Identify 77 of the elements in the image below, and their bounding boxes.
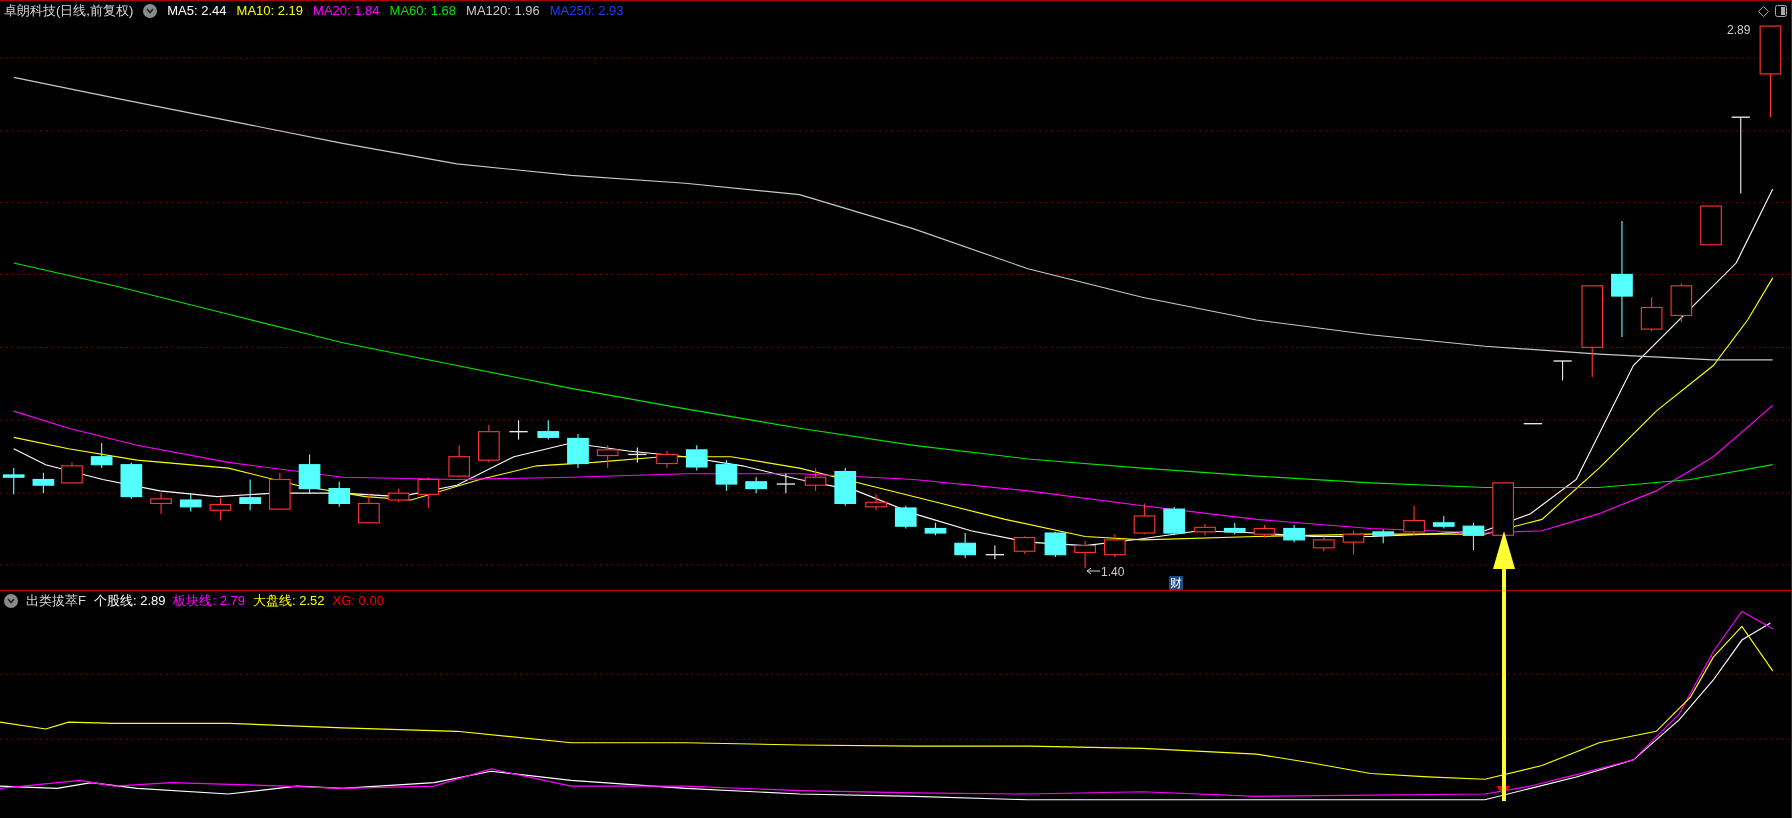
candlestick: [2, 467, 25, 495]
indicator-value: XG: 0.00: [332, 592, 384, 611]
candlestick: [685, 444, 708, 471]
candlestick: [1462, 522, 1485, 551]
candlestick: [150, 492, 172, 515]
candlestick: [1372, 529, 1395, 544]
candlestick: [1700, 205, 1722, 246]
candlestick: [1492, 482, 1514, 536]
panel-toggle-icon[interactable]: [1775, 5, 1787, 17]
low-price-label: 1.40: [1101, 564, 1125, 581]
indicator-value: MA250: 2.93: [549, 2, 624, 21]
candlestick: [1013, 535, 1036, 555]
candlestick: [865, 493, 887, 511]
candlestick: [448, 444, 470, 478]
indicator-value: MA20: 1.84: [313, 2, 380, 21]
indicator-value: MA10: 2.19: [236, 2, 304, 21]
candlestick: [508, 419, 529, 441]
candlestick: [179, 492, 202, 512]
candlestick: [1670, 282, 1693, 323]
candlestick: [894, 505, 917, 530]
indicator-value: MA5: 2.44: [167, 2, 227, 21]
candlestick: [478, 424, 500, 463]
dropdown-icon[interactable]: [143, 4, 158, 18]
candlestick: [627, 447, 648, 463]
candlestick: [954, 532, 977, 559]
candlestick: [61, 461, 83, 484]
chart-title: 卓朗科技(日线,前复权): [4, 2, 134, 21]
candlestick: [1552, 360, 1573, 381]
pointer-arrow-icon: [1086, 567, 1100, 575]
candlestick: [1223, 522, 1246, 535]
candlestick: [90, 442, 113, 469]
signal-marker-icon: [1496, 786, 1510, 796]
candlestick: [834, 467, 857, 507]
candlestick: [298, 453, 321, 494]
indicator-value: MA60: 1.68: [389, 2, 457, 21]
high-price-label: 2.89: [1727, 22, 1751, 39]
candlestick: [1163, 506, 1186, 536]
candlestick: [239, 478, 261, 511]
candlestick: [804, 467, 827, 492]
candlestick: [328, 481, 351, 508]
candlestick: [417, 476, 440, 509]
indicator-value: 个股线: 2.89: [93, 592, 166, 611]
candlestick: [776, 473, 796, 494]
candlestick: [715, 459, 738, 492]
candlestick: [1133, 502, 1156, 535]
indicator-title: 出类拔萃F: [26, 592, 86, 611]
candlestick: [387, 488, 410, 503]
candlestick: [269, 472, 291, 510]
event-badge[interactable]: 财: [1169, 576, 1183, 590]
candlestick: [656, 450, 678, 469]
candlestick: [1103, 533, 1126, 558]
candlestick: [1342, 530, 1365, 556]
candlestick: [1253, 524, 1276, 539]
dropdown-icon[interactable]: [4, 594, 18, 608]
candlestick: [567, 433, 589, 469]
candlestick: [596, 444, 619, 469]
candlestick: [1194, 523, 1216, 536]
candlestick: [358, 492, 380, 524]
candlestick: [1640, 296, 1663, 332]
candlestick: [1523, 423, 1543, 425]
candlestick: [537, 419, 560, 441]
candlestick: [924, 522, 947, 536]
candlestick: [985, 545, 1005, 560]
candlestick: [1044, 531, 1067, 558]
candlestick: [120, 461, 143, 500]
indicator-value: 板块线: 2.79: [173, 592, 245, 611]
candlestick: [1403, 505, 1425, 536]
candlestick: [745, 476, 767, 494]
candlestick: [1283, 524, 1305, 543]
candlestick: [32, 472, 55, 494]
candlestick: [1074, 540, 1096, 569]
diamond-icon[interactable]: [1758, 5, 1769, 17]
candlestick: [1313, 535, 1335, 552]
candlestick: [1432, 515, 1455, 530]
indicator-value: MA120: 1.96: [466, 2, 540, 21]
candlestick: [209, 497, 232, 522]
indicator-value: 大盘线: 2.52: [253, 592, 325, 611]
